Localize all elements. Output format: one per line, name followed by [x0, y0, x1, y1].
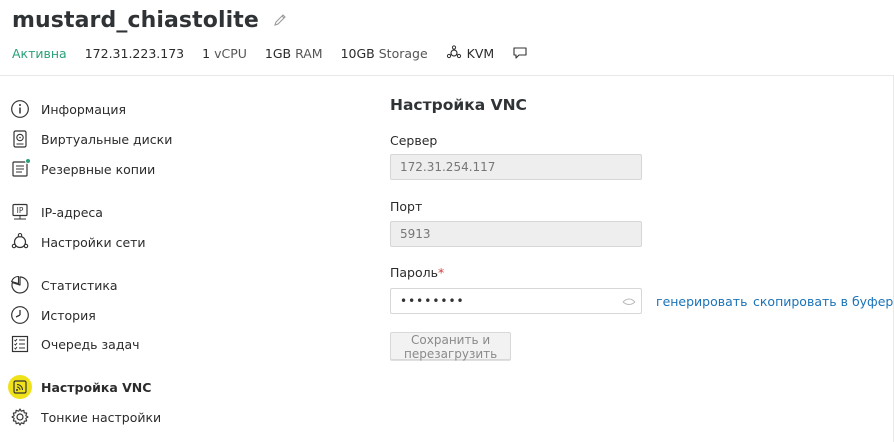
ram-info: 1GB RAM — [264, 45, 323, 61]
port-label: Порт — [390, 199, 423, 214]
cpu-info: 1 vCPU — [202, 45, 247, 61]
server-ip: 172.31.223.173 — [84, 45, 185, 61]
section-title: Настройка VNC — [390, 96, 527, 114]
info-icon — [10, 99, 30, 119]
server-field: 172.31.254.117 — [390, 154, 642, 180]
server-meta: Активна 172.31.223.173 1 vCPU 1GB RAM 10… — [12, 44, 546, 62]
notification-dot — [25, 158, 31, 164]
sidebar-item-ip[interactable]: IP IP-адреса — [10, 201, 103, 223]
port-field: 5913 — [390, 221, 642, 247]
save-and-reboot-button[interactable]: Сохранить и перезагрузить — [390, 332, 512, 361]
header-divider — [0, 75, 894, 76]
sidebar-item-vnc[interactable]: Настройка VNC — [8, 375, 152, 399]
sidebar-item-label: Очередь задач — [41, 336, 140, 352]
network-icon — [10, 232, 30, 252]
svg-text:IP: IP — [17, 206, 24, 215]
gear-icon — [10, 407, 30, 427]
disk-icon — [10, 129, 30, 149]
sidebar-item-label: Резервные копии — [41, 161, 156, 177]
sidebar-item-stats[interactable]: Статистика — [10, 274, 118, 296]
password-label: Пароль* — [390, 265, 445, 280]
password-value: •••••••• — [400, 294, 465, 308]
sidebar-item-label: Настройки сети — [41, 234, 146, 250]
sidebar-item-network[interactable]: Настройки сети — [10, 231, 146, 253]
sidebar-item-history[interactable]: История — [10, 304, 96, 326]
eye-toggle-icon[interactable] — [622, 296, 636, 310]
sidebar-item-label: История — [41, 307, 96, 323]
pencil-edit-icon[interactable] — [273, 13, 287, 27]
hypervisor-info: KVM — [446, 45, 494, 61]
kvm-icon — [446, 45, 461, 59]
required-mark: * — [438, 265, 445, 280]
sidebar-item-info[interactable]: Информация — [10, 98, 126, 120]
generate-password-link[interactable]: генерировать — [656, 294, 747, 309]
server-value: 172.31.254.117 — [400, 160, 496, 174]
storage-info: 10GB Storage — [340, 45, 428, 61]
sidebar-item-disks[interactable]: Виртуальные диски — [10, 128, 172, 150]
history-icon — [10, 305, 30, 325]
status-badge: Активна — [12, 45, 67, 61]
password-input[interactable]: •••••••• — [390, 288, 642, 314]
backup-icon — [10, 158, 31, 179]
sidebar-item-label: IP-адреса — [41, 204, 103, 220]
sidebar-item-label: Статистика — [41, 277, 118, 293]
chat-bubble-icon[interactable] — [512, 46, 528, 60]
sidebar-item-label: Настройка VNC — [41, 379, 152, 395]
server-label: Сервер — [390, 133, 438, 148]
sidebar-item-label: Виртуальные диски — [41, 131, 173, 147]
server-name: mustard_chiastolite — [12, 7, 259, 33]
sidebar-item-advanced[interactable]: Тонкие настройки — [10, 406, 161, 428]
sidebar-item-backups[interactable]: Резервные копии — [10, 158, 155, 180]
stats-icon — [10, 275, 30, 295]
tasks-icon — [10, 334, 30, 354]
server-header: mustard_chiastolite Активна 172.31.223.1… — [12, 4, 894, 61]
port-value: 5913 — [400, 227, 431, 241]
copy-to-clipboard-link[interactable]: скопировать в буфер — [753, 294, 893, 309]
vnc-icon — [8, 375, 32, 399]
ip-icon: IP — [10, 202, 30, 222]
sidebar-item-label: Тонкие настройки — [41, 409, 162, 425]
sidebar-item-tasks[interactable]: Очередь задач — [10, 333, 140, 355]
sidebar-item-label: Информация — [41, 101, 127, 117]
